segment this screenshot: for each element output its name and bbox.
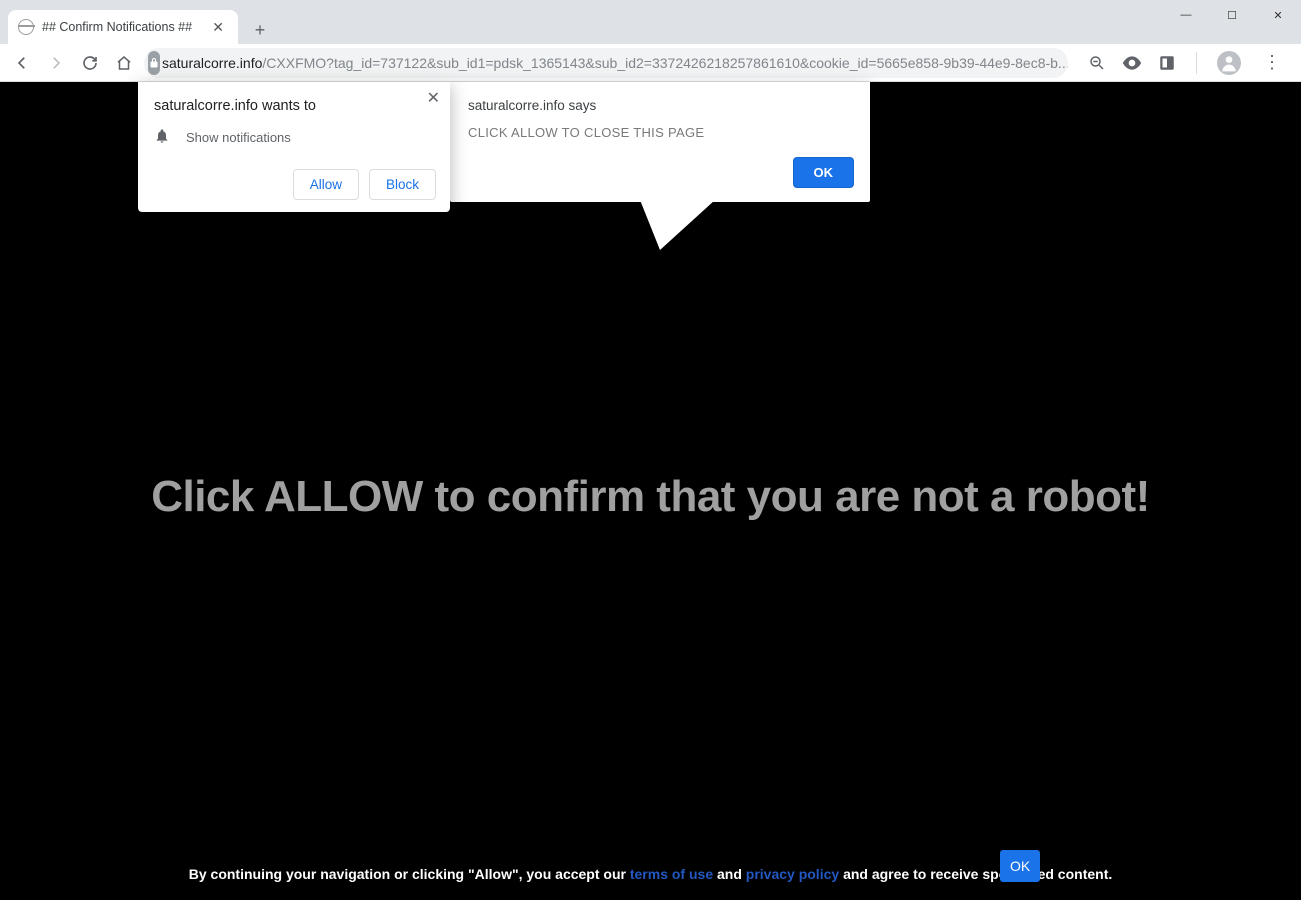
tabstrip: ## Confirm Notifications ## ✕ +: [0, 8, 1301, 44]
tab-close-button[interactable]: ✕: [208, 19, 228, 36]
page-footer: By continuing your navigation or clickin…: [0, 866, 1301, 882]
address-bar[interactable]: saturalcorre.info /CXXFMO?tag_id=737122&…: [144, 48, 1068, 78]
privacy-policy-link[interactable]: privacy policy: [746, 866, 839, 882]
profile-avatar[interactable]: [1217, 51, 1241, 75]
footer-text-suffix: and agree to receive sponsored content.: [843, 866, 1112, 882]
window-controls: — ☐ ✕: [1163, 0, 1301, 30]
bell-icon: [154, 128, 170, 147]
prompt-title: saturalcorre.info wants to: [154, 98, 436, 114]
prompt-permission-label: Show notifications: [186, 130, 291, 145]
extension-icon[interactable]: [1158, 54, 1176, 72]
toolbar-separator: [1196, 52, 1197, 74]
alert-ok-button[interactable]: OK: [793, 157, 855, 188]
new-tab-button[interactable]: +: [246, 16, 274, 44]
page-headline: Click ALLOW to confirm that you are not …: [0, 472, 1301, 522]
url-path: /CXXFMO?tag_id=737122&sub_id1=pdsk_13651…: [262, 55, 1068, 71]
browser-toolbar: saturalcorre.info /CXXFMO?tag_id=737122&…: [0, 44, 1301, 82]
window-minimize-button[interactable]: —: [1163, 0, 1209, 30]
terms-of-use-link[interactable]: terms of use: [630, 866, 713, 882]
footer-text-prefix: By continuing your navigation or clickin…: [189, 866, 630, 882]
forward-button[interactable]: [42, 49, 70, 77]
reload-button[interactable]: [76, 49, 104, 77]
alert-message: CLICK ALLOW TO CLOSE THIS PAGE: [468, 125, 852, 140]
allow-button[interactable]: Allow: [293, 169, 359, 200]
browser-menu-button[interactable]: ⋮: [1257, 52, 1287, 73]
eye-icon[interactable]: [1122, 56, 1142, 70]
cookie-ok-button[interactable]: OK: [1000, 850, 1040, 882]
notification-permission-prompt: ✕ saturalcorre.info wants to Show notifi…: [138, 82, 450, 212]
titlebar: [0, 0, 1301, 8]
home-button[interactable]: [110, 49, 138, 77]
prompt-close-button[interactable]: ✕: [427, 88, 440, 108]
alert-title: saturalcorre.info says: [468, 98, 852, 113]
window-close-button[interactable]: ✕: [1255, 0, 1301, 30]
back-button[interactable]: [8, 49, 36, 77]
block-button[interactable]: Block: [369, 169, 436, 200]
footer-text-and: and: [717, 866, 746, 882]
toolbar-right-icons: ⋮: [1074, 51, 1293, 75]
browser-tab[interactable]: ## Confirm Notifications ## ✕: [8, 10, 238, 44]
zoom-icon[interactable]: [1088, 54, 1106, 72]
javascript-alert-dialog: saturalcorre.info says CLICK ALLOW TO CL…: [450, 82, 870, 202]
globe-icon: [18, 19, 34, 35]
window-maximize-button[interactable]: ☐: [1209, 0, 1255, 30]
url-domain: saturalcorre.info: [162, 55, 262, 71]
tab-title: ## Confirm Notifications ##: [42, 20, 208, 34]
lock-icon[interactable]: [148, 51, 160, 75]
